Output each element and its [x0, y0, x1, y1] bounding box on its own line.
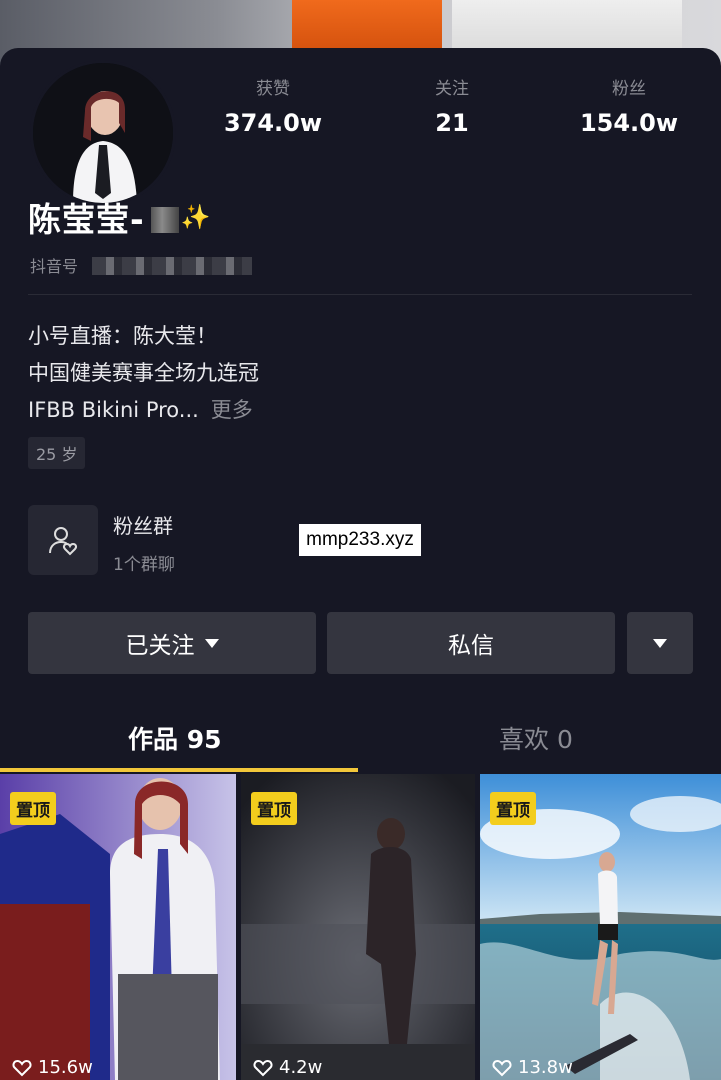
- stat-likes[interactable]: 获赞 374.0w: [212, 74, 334, 137]
- video-likes: 15.6w: [12, 1057, 93, 1078]
- video-tile[interactable]: 置顶 15.6w: [0, 774, 236, 1080]
- bio-more-link[interactable]: 更多: [211, 398, 253, 422]
- sparkle-icon: ✨: [180, 203, 212, 231]
- following-value: 21: [435, 109, 469, 137]
- age-tag: 25 岁: [28, 437, 86, 469]
- video-tile[interactable]: 置顶 4.2w: [241, 774, 475, 1080]
- followed-button[interactable]: 已关注: [28, 612, 316, 674]
- tab-works[interactable]: 作品 95: [128, 720, 222, 756]
- fans-value: 154.0w: [579, 109, 679, 137]
- douyin-id-label: 抖音号: [30, 257, 79, 276]
- chevron-down-icon: [204, 638, 219, 648]
- bio-line-3-text: IFBB Bikini Pro...: [28, 398, 199, 422]
- id-blur: [92, 257, 253, 275]
- video-likes-count: 15.6w: [38, 1057, 93, 1078]
- bio-line-2: 中国健美赛事全场九连冠: [28, 361, 259, 385]
- following-label: 关注: [435, 79, 469, 99]
- heart-icon: [492, 1059, 512, 1076]
- avatar[interactable]: [30, 60, 176, 206]
- douyin-id: 抖音号: [30, 253, 253, 277]
- message-label: 私信: [448, 633, 494, 659]
- bio-line-1: 小号直播：陈大莹！: [28, 324, 217, 348]
- pinned-badge: 置顶: [490, 792, 536, 825]
- profile-name: 陈莹莹- ✨: [28, 193, 212, 241]
- pinned-badge: 置顶: [10, 792, 56, 825]
- name-blur: [150, 207, 179, 233]
- fans-label: 粉丝: [612, 79, 646, 99]
- followed-label: 已关注: [125, 633, 195, 659]
- fan-group-subtitle: 1个群聊: [113, 555, 175, 575]
- fan-group-button[interactable]: [28, 505, 98, 575]
- video-tile[interactable]: 置顶 13.8w: [480, 774, 721, 1080]
- video-likes: 4.2w: [253, 1057, 322, 1078]
- bio: 小号直播：陈大莹！ 中国健美赛事全场九连冠 IFBB Bikini Pro...…: [28, 318, 259, 429]
- profile-panel: 获赞 374.0w 关注 21 粉丝 154.0w 陈莹莹- ✨ 抖音号 小号直播…: [0, 48, 721, 780]
- video-likes: 13.8w: [492, 1057, 573, 1078]
- cover-white-block: [452, 0, 682, 50]
- divider: [28, 294, 692, 295]
- bio-line-3: IFBB Bikini Pro... 更多: [28, 392, 259, 429]
- tab-indicator: [0, 768, 358, 772]
- fan-group-title[interactable]: 粉丝群: [113, 510, 173, 539]
- stat-following[interactable]: 关注 21: [392, 74, 512, 137]
- more-options-button[interactable]: [627, 612, 693, 674]
- fan-group-icon: [49, 527, 78, 556]
- video-grid: 置顶 15.6w 置顶 4.2w 置顶 13.8w: [0, 774, 721, 1080]
- watermark: mmp233.xyz: [299, 524, 421, 556]
- video-likes-count: 4.2w: [279, 1057, 323, 1078]
- stat-fans[interactable]: 粉丝 154.0w: [568, 74, 690, 137]
- chevron-down-icon: [653, 638, 667, 648]
- likes-label: 获赞: [256, 79, 290, 99]
- heart-icon: [12, 1059, 32, 1076]
- heart-icon: [253, 1059, 273, 1076]
- likes-value: 374.0w: [223, 109, 323, 137]
- message-button[interactable]: 私信: [327, 612, 615, 674]
- cover-orange-block: [292, 0, 442, 50]
- tab-liked[interactable]: 喜欢 0: [499, 720, 573, 756]
- video-likes-count: 13.8w: [518, 1057, 573, 1078]
- profile-name-text: 陈莹莹-: [28, 200, 145, 239]
- pinned-badge: 置顶: [251, 792, 297, 825]
